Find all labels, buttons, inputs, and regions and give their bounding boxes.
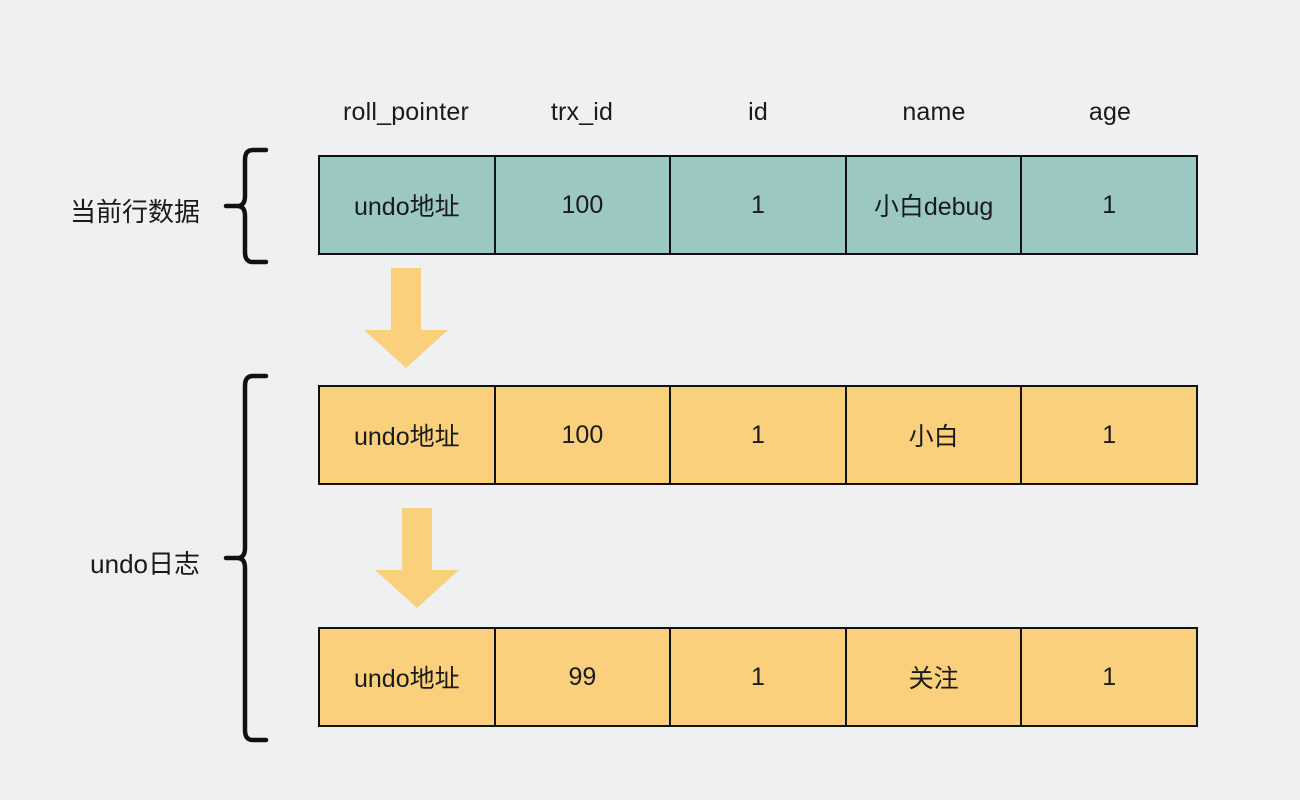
column-header-row: roll_pointer trx_id id name age bbox=[318, 92, 1198, 132]
arrow-shaft bbox=[391, 268, 421, 331]
column-header-roll-pointer: roll_pointer bbox=[342, 97, 470, 126]
undo-row-1-cell-age: 1 bbox=[1022, 387, 1196, 483]
diagram-canvas: roll_pointer trx_id id name age undo地址 1… bbox=[0, 0, 1300, 800]
undo-row-1-cell-trx-id: 100 bbox=[495, 387, 672, 483]
column-header-trx-id: trx_id bbox=[550, 97, 614, 126]
column-header-age: age bbox=[1088, 97, 1132, 126]
current-row-cell-roll-pointer: undo地址 bbox=[320, 157, 496, 253]
arrow-head bbox=[364, 330, 448, 368]
current-row-cell-name: 小白debug bbox=[846, 157, 1023, 253]
current-row-cell-id: 1 bbox=[671, 157, 847, 253]
undo-row-2-cell-id: 1 bbox=[671, 629, 847, 725]
current-row-cell-age: 1 bbox=[1022, 157, 1196, 253]
arrow-down-icon-undo-1-to-undo-2 bbox=[375, 508, 459, 608]
current-row-cell-trx-id: 100 bbox=[495, 157, 672, 253]
undo-row-2-cell-name: 关注 bbox=[846, 629, 1023, 725]
undo-row-2: undo地址 99 1 关注 1 bbox=[318, 627, 1198, 727]
column-header-id: id bbox=[748, 97, 768, 126]
undo-row-1: undo地址 100 1 小白 1 bbox=[318, 385, 1198, 485]
undo-row-1-cell-roll-pointer: undo地址 bbox=[320, 387, 496, 483]
group-label-undo-log: undo日志 bbox=[90, 549, 200, 579]
undo-row-1-cell-name: 小白 bbox=[846, 387, 1023, 483]
curly-brace-icon-undo-log bbox=[222, 372, 269, 744]
current-row: undo地址 100 1 小白debug 1 bbox=[318, 155, 1198, 255]
column-header-name: name bbox=[902, 97, 966, 126]
arrow-down-icon-current-to-undo-1 bbox=[364, 268, 448, 368]
undo-row-2-cell-trx-id: 99 bbox=[495, 629, 672, 725]
undo-row-1-cell-id: 1 bbox=[671, 387, 847, 483]
group-label-current-row: 当前行数据 bbox=[69, 197, 200, 227]
undo-row-2-cell-age: 1 bbox=[1022, 629, 1196, 725]
curly-brace-icon-current-row bbox=[222, 146, 269, 266]
undo-row-2-cell-roll-pointer: undo地址 bbox=[320, 629, 496, 725]
arrow-shaft bbox=[402, 508, 432, 571]
arrow-head bbox=[375, 570, 459, 608]
